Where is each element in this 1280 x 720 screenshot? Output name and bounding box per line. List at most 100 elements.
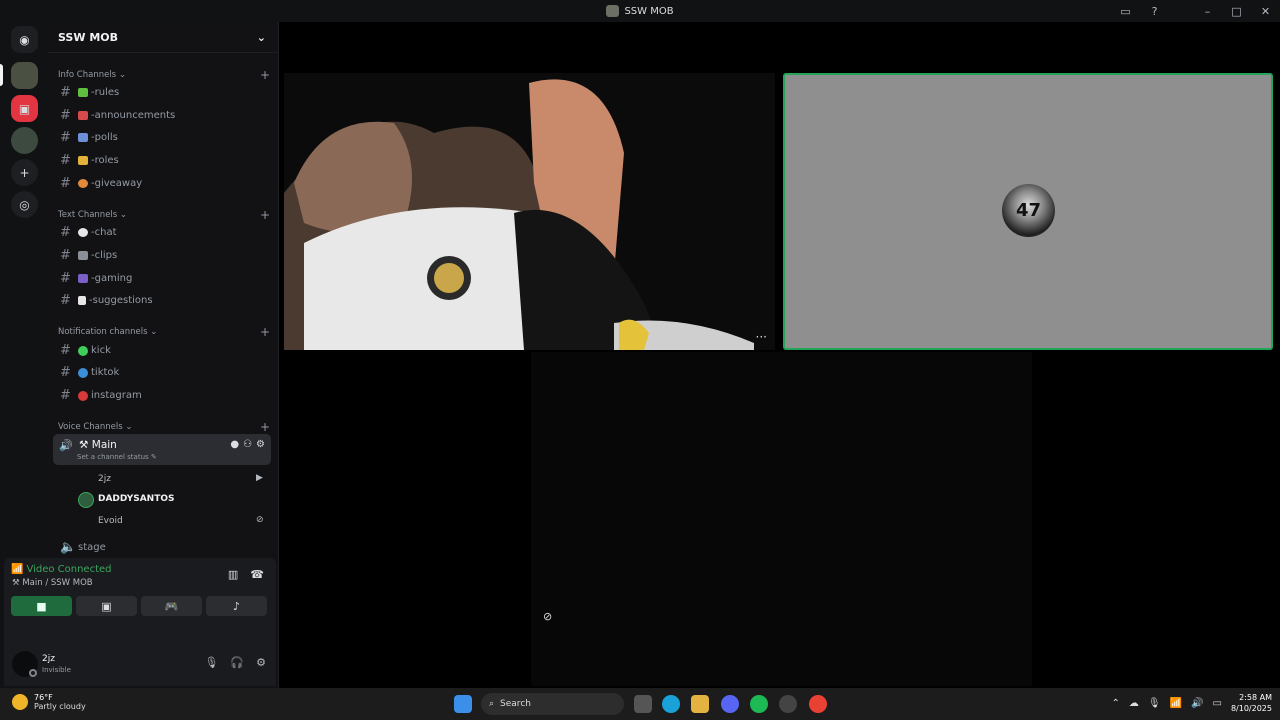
add-channel-icon[interactable]: +	[260, 325, 270, 339]
start-icon[interactable]	[454, 695, 472, 713]
weather-temp: 76°F	[34, 693, 53, 702]
inbox-icon[interactable]: ▭	[1111, 0, 1140, 22]
microphone-icon[interactable]: 🎙	[204, 656, 218, 669]
discover-icon[interactable]: ◎	[11, 191, 38, 218]
voice-member-2jz[interactable]: 2jz	[98, 474, 111, 484]
clock-time: 2:58 AM	[1239, 693, 1272, 702]
chevron-up-icon[interactable]: ⌃	[1112, 698, 1120, 709]
channel-instagram[interactable]: # instagram	[56, 385, 270, 406]
channel-rules[interactable]: # -rules	[56, 82, 270, 103]
channel-clips[interactable]: # -clips	[56, 245, 270, 266]
gear-icon[interactable]: ⚙	[256, 439, 265, 450]
server-icon	[606, 5, 620, 17]
channel-tiktok[interactable]: # tiktok	[56, 362, 270, 383]
guild-header[interactable]: SSW MOB ⌄	[48, 22, 278, 53]
connection-location[interactable]: ⚒ Main / SSW MOB	[12, 578, 93, 588]
add-channel-icon[interactable]: +	[260, 420, 270, 434]
chrome-icon[interactable]	[809, 695, 827, 713]
category-notification[interactable]: Notification channels ⌄ +	[58, 325, 270, 339]
speaker-icon: 🔊	[59, 439, 73, 452]
user-status: Invisible	[42, 666, 71, 674]
spotify-icon[interactable]	[750, 695, 768, 713]
gear-icon[interactable]: ⚙	[256, 656, 266, 669]
channel-label: -roles	[91, 155, 119, 166]
channel-chat[interactable]: # -chat	[56, 222, 270, 243]
voice-channel-main[interactable]: 🔊 ⚒ Main Set a channel status ✎ ● ⚇ ⚙	[53, 434, 271, 465]
emoji-icon	[78, 251, 88, 260]
category-voice[interactable]: Voice Channels ⌄ +	[58, 420, 270, 434]
selected-server-pill	[0, 64, 3, 86]
more-options-icon[interactable]: ···	[756, 330, 767, 344]
task-view-icon[interactable]	[634, 695, 652, 713]
taskbar-search[interactable]: ⌕ Search	[481, 693, 624, 715]
green-dot-icon	[78, 345, 88, 356]
edge-icon[interactable]	[662, 695, 680, 713]
invite-icon[interactable]: ⚇	[243, 439, 252, 450]
minimize-button[interactable]: –	[1193, 0, 1222, 22]
server-red[interactable]: ▣	[11, 95, 38, 122]
add-channel-icon[interactable]: +	[260, 208, 270, 222]
blue-dot-icon	[78, 367, 88, 378]
discord-home-icon[interactable]: ◉	[11, 26, 38, 53]
camera-button[interactable]: ■	[11, 596, 72, 616]
signal-icon: 📶	[11, 564, 24, 575]
channel-kick[interactable]: # kick	[56, 340, 270, 361]
mic-icon[interactable]: 🎙	[1148, 698, 1161, 709]
video-tile-daddysantos[interactable]: 47	[783, 73, 1273, 350]
connection-status: 📶 Video Connected	[11, 564, 112, 575]
server-voice[interactable]	[11, 127, 38, 154]
channel-label: kick	[91, 345, 111, 356]
channel-label: -suggestions	[89, 295, 153, 306]
noise-suppression-icon[interactable]: ▥	[228, 568, 238, 581]
close-button[interactable]: ✕	[1251, 0, 1280, 22]
channel-label: -giveaway	[91, 178, 143, 189]
emoji-icon	[78, 111, 88, 120]
voice-member-daddysantos[interactable]: DADDYSANTOS	[98, 494, 175, 504]
emoji-icon	[78, 296, 86, 305]
category-text[interactable]: Text Channels ⌄ +	[58, 208, 270, 222]
channel-polls[interactable]: # -polls	[56, 127, 270, 148]
hash-icon: #	[60, 365, 71, 380]
disconnect-icon[interactable]: ☎	[250, 568, 264, 581]
chat-bubble-icon[interactable]: ●	[230, 439, 239, 450]
muted-mic-icon: ⊘	[256, 515, 264, 525]
app-icon[interactable]	[779, 695, 797, 713]
activities-button[interactable]: 🎮	[141, 596, 202, 616]
maximize-button[interactable]: □	[1222, 0, 1251, 22]
clock-date: 8/10/2025	[1230, 704, 1272, 713]
category-info[interactable]: Info Channels ⌄ +	[58, 68, 270, 82]
channel-announcements[interactable]: # -announcements	[56, 105, 270, 126]
category-label: Info Channels	[58, 70, 117, 80]
window-title-text: SSW MOB	[624, 5, 674, 17]
title-bar: SSW MOB ▭ ? – □ ✕	[0, 0, 1280, 22]
discord-taskbar-icon[interactable]	[721, 695, 739, 713]
voice-channel-stage[interactable]: 🔈 stage	[56, 537, 270, 558]
channel-status-input[interactable]: Set a channel status ✎	[77, 453, 157, 461]
hash-icon: #	[60, 293, 71, 308]
channel-label: -clips	[91, 250, 118, 261]
video-tile-camera[interactable]: ···	[284, 73, 775, 350]
add-server-icon[interactable]: +	[11, 159, 38, 186]
battery-icon[interactable]: ▭	[1213, 698, 1222, 709]
add-channel-icon[interactable]: +	[260, 68, 270, 82]
voice-member-evoid[interactable]: Evoid	[98, 516, 123, 526]
channel-roles[interactable]: # -roles	[56, 150, 270, 171]
discord-window: SSW MOB ▭ ? – □ ✕ ◉ ▣ + ◎ SSW MOB ⌄ Info…	[0, 0, 1280, 720]
channel-giveaway[interactable]: # -giveaway	[56, 173, 270, 194]
channel-gaming[interactable]: # -gaming	[56, 268, 270, 289]
channel-suggestions[interactable]: # -suggestions	[56, 290, 270, 311]
file-explorer-icon[interactable]	[691, 695, 709, 713]
help-icon[interactable]: ?	[1140, 0, 1169, 22]
soundboard-button[interactable]: ♪	[206, 596, 267, 616]
volume-icon[interactable]: 🔊	[1191, 698, 1203, 709]
weather-widget[interactable]: 76°F Partly cloudy	[12, 693, 86, 711]
wifi-icon[interactable]: 📶	[1170, 698, 1182, 709]
username[interactable]: 2jz	[42, 654, 55, 664]
cloud-icon[interactable]: ☁	[1129, 698, 1139, 709]
server-ssw-mob[interactable]	[11, 62, 38, 89]
clock[interactable]: 2:58 AM 8/10/2025	[1231, 692, 1272, 714]
channel-label: stage	[78, 542, 106, 553]
screen-share-button[interactable]: ▣	[76, 596, 137, 616]
gamepad-icon: 🎮	[164, 599, 179, 613]
headphones-icon[interactable]: 🎧	[230, 656, 244, 669]
